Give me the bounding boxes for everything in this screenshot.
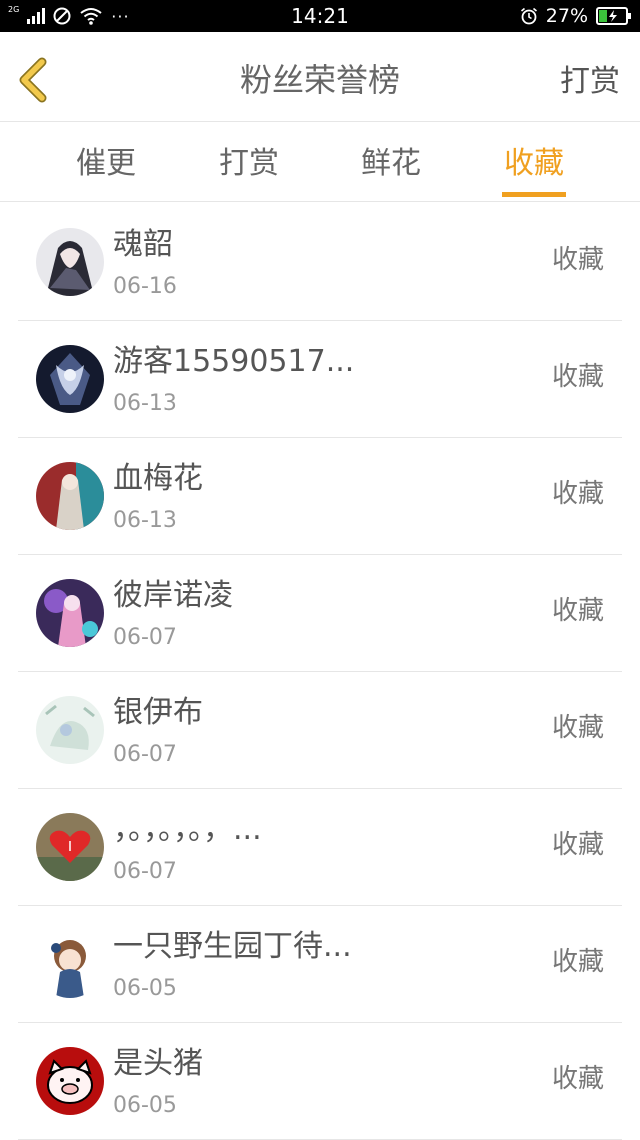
app-header: 粉丝荣誉榜 打赏 bbox=[0, 32, 640, 122]
date-label: 06-07 bbox=[113, 742, 177, 767]
user-name: 彼岸诺凌 bbox=[113, 578, 233, 613]
action-label: 收藏 bbox=[551, 1064, 604, 1094]
tab-reward[interactable]: 打赏 bbox=[204, 144, 294, 184]
avatar[interactable] bbox=[36, 579, 104, 647]
battery-charging-icon bbox=[596, 7, 631, 25]
user-name: 是头猪 bbox=[113, 1046, 203, 1081]
date-label: 06-13 bbox=[113, 391, 177, 416]
list-item[interactable]: 银伊布 06-07 收藏 bbox=[0, 672, 640, 789]
action-label: 收藏 bbox=[551, 479, 604, 509]
action-label: 收藏 bbox=[551, 245, 604, 275]
avatar[interactable] bbox=[36, 345, 104, 413]
tab-favorites[interactable]: 收藏 bbox=[489, 144, 579, 184]
user-name: 游客15590517... bbox=[113, 344, 355, 379]
date-label: 06-16 bbox=[113, 274, 177, 299]
avatar[interactable] bbox=[36, 813, 104, 881]
action-label: 收藏 bbox=[551, 830, 604, 860]
action-label: 收藏 bbox=[551, 947, 604, 977]
user-name: 银伊布 bbox=[113, 695, 203, 730]
avatar[interactable] bbox=[36, 228, 104, 296]
active-tab-indicator bbox=[502, 192, 566, 197]
action-label: 收藏 bbox=[551, 362, 604, 392]
avatar[interactable] bbox=[36, 1047, 104, 1115]
user-name: 血梅花 bbox=[113, 461, 203, 496]
alarm-icon bbox=[520, 7, 537, 25]
fan-list: 魂韶 06-16 收藏 游客15590517... 06-13 收藏 血梅花 0… bbox=[0, 204, 640, 1140]
avatar[interactable] bbox=[36, 930, 104, 998]
user-name: 一只野生园丁待... bbox=[113, 929, 352, 964]
action-label: 收藏 bbox=[551, 713, 604, 743]
avatar[interactable] bbox=[36, 696, 104, 764]
list-item[interactable]: ，。，。，。，... 06-07 收藏 bbox=[0, 789, 640, 906]
user-name: 魂韶 bbox=[113, 227, 173, 262]
tab-flowers[interactable]: 鲜花 bbox=[346, 144, 436, 184]
date-label: 06-13 bbox=[113, 508, 177, 533]
list-item[interactable]: 血梅花 06-13 收藏 bbox=[0, 438, 640, 555]
user-name: ，。，。，。，... bbox=[113, 812, 262, 847]
list-item[interactable]: 是头猪 06-05 收藏 bbox=[0, 1023, 640, 1140]
battery-percent: 27% bbox=[545, 5, 588, 27]
list-item[interactable]: 彼岸诺凌 06-07 收藏 bbox=[0, 555, 640, 672]
action-label: 收藏 bbox=[551, 596, 604, 626]
tab-urge-update[interactable]: 催更 bbox=[61, 144, 151, 184]
list-item[interactable]: 魂韶 06-16 收藏 bbox=[0, 204, 640, 321]
date-label: 06-07 bbox=[113, 625, 177, 650]
reward-button[interactable]: 打赏 bbox=[560, 62, 620, 102]
date-label: 06-05 bbox=[113, 976, 177, 1001]
tab-bar: 催更 打赏 鲜花 收藏 bbox=[0, 122, 640, 202]
status-right: 27% bbox=[520, 5, 632, 27]
page-title: 粉丝荣誉榜 bbox=[239, 61, 400, 99]
status-bar: 2G ··· 14:21 27% bbox=[0, 0, 640, 32]
date-label: 06-05 bbox=[113, 1093, 177, 1118]
list-item[interactable]: 一只野生园丁待... 06-05 收藏 bbox=[0, 906, 640, 1023]
date-label: 06-07 bbox=[113, 859, 177, 884]
list-item[interactable]: 游客15590517... 06-13 收藏 bbox=[0, 321, 640, 438]
avatar[interactable] bbox=[36, 462, 104, 530]
